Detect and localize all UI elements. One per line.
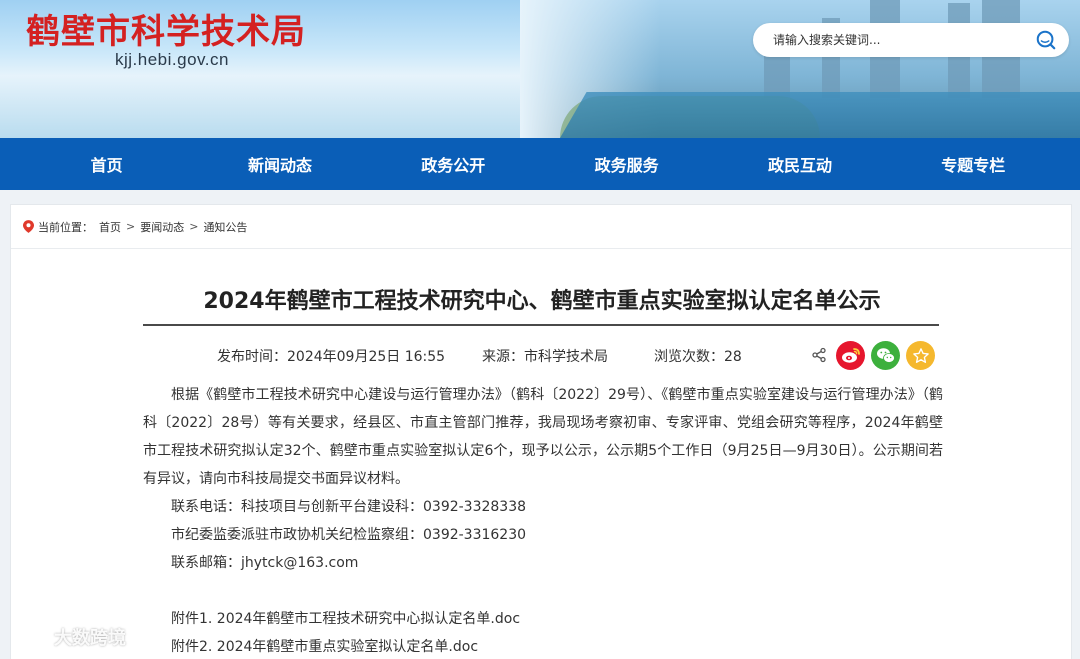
weibo-share-button[interactable] <box>836 341 865 370</box>
site-domain: kjj.hebi.gov.cn <box>115 50 229 69</box>
banner-river <box>560 92 1080 138</box>
breadcrumb-prefix: 当前位置： <box>38 220 93 234</box>
nav-item-news[interactable]: 新闻动态 <box>205 152 355 176</box>
article-meta: 发布时间：2024年09月25日 16:55 来源：市科学技术局 浏览次数：28 <box>11 341 1073 370</box>
publish-time: 发布时间：2024年09月25日 16:55 <box>217 349 446 365</box>
breadcrumb-separator: > <box>126 220 136 233</box>
discipline-phone: 市纪委监委派驻市政协机关纪检监察组：0392-3316230 <box>171 527 527 543</box>
breadcrumb-home[interactable]: 首页 <box>99 219 121 235</box>
attachment-link[interactable]: 附件2. 2024年鹤壁市重点实验室拟认定名单.doc <box>143 633 943 659</box>
breadcrumb-separator: > <box>189 220 199 233</box>
favorite-icon <box>912 347 929 363</box>
article-source: 来源：市科学技术局 <box>482 349 608 365</box>
nav-item-special-topics[interactable]: 专题专栏 <box>898 152 1048 176</box>
article-title: 2024年鹤壁市工程技术研究中心、鹤壁市重点实验室拟认定名单公示 <box>203 289 881 314</box>
title-divider <box>143 324 939 326</box>
nav-item-home[interactable]: 首页 <box>32 152 182 176</box>
contact-phone: 联系电话：科技项目与创新平台建设科：0392-3328338 <box>171 499 527 515</box>
header-banner: 鹤壁市科学技术局 kjj.hebi.gov.cn <box>0 0 1080 138</box>
nav-item-services[interactable]: 政务服务 <box>552 152 702 176</box>
location-pin-icon <box>23 220 34 233</box>
article-body: 根据《鹤壁市工程技术研究中心建设与运行管理办法》（鹤科〔2022〕29号）、《鹤… <box>143 381 943 659</box>
favorite-button[interactable] <box>906 341 935 370</box>
content-card: 当前位置： 首页 > 要闻动态 > 通知公告 2024年鹤壁市工程技术研究中心、… <box>10 204 1072 659</box>
breadcrumb-notices[interactable]: 通知公告 <box>203 219 247 235</box>
view-count: 浏览次数：28 <box>654 349 742 365</box>
watermark: 大数跨境 <box>10 624 126 650</box>
search-box <box>753 23 1069 57</box>
main-nav: 首页 新闻动态 政务公开 政务服务 政民互动 专题专栏 <box>0 138 1080 190</box>
contact-email[interactable]: 联系邮箱：jhytck@163.com <box>143 549 943 577</box>
wechat-share-button[interactable] <box>871 341 900 370</box>
watermark-text: 大数跨境 <box>54 628 126 649</box>
nav-item-interaction[interactable]: 政民互动 <box>725 152 875 176</box>
weibo-icon <box>841 348 860 363</box>
wechat-icon <box>876 348 895 363</box>
search-icon[interactable] <box>1035 29 1057 51</box>
attachment-link[interactable]: 附件1. 2024年鹤壁市工程技术研究中心拟认定名单.doc <box>143 605 943 633</box>
nav-item-government-affairs[interactable]: 政务公开 <box>378 152 528 176</box>
article-paragraph: 根据《鹤壁市工程技术研究中心建设与运行管理办法》（鹤科〔2022〕29号）、《鹤… <box>143 387 943 487</box>
breadcrumb: 当前位置： 首页 > 要闻动态 > 通知公告 <box>11 205 1071 249</box>
share-icon[interactable] <box>811 347 827 363</box>
watermark-logo-icon <box>12 629 46 645</box>
site-title[interactable]: 鹤壁市科学技术局 <box>26 4 306 53</box>
breadcrumb-news[interactable]: 要闻动态 <box>140 219 184 235</box>
search-input[interactable] <box>773 23 1023 57</box>
